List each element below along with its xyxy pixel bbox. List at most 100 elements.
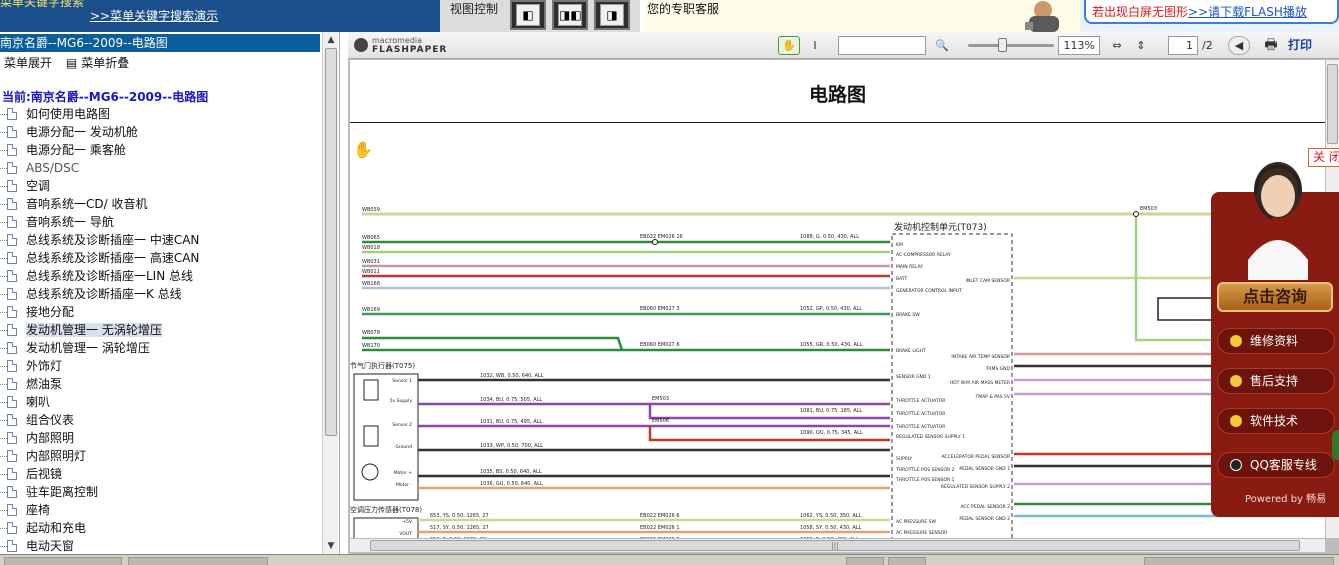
view-left-pane-button[interactable]: ◧ bbox=[510, 0, 546, 30]
menu-item[interactable]: 总线系统及诊断插座一LIN 总线 bbox=[0, 267, 320, 285]
tree-connector bbox=[0, 420, 7, 421]
wire-spec: 1058, SY, 0.50, 430, ALL bbox=[800, 525, 862, 531]
fit-width-icon[interactable]: ⇔ bbox=[1108, 36, 1126, 55]
menu-item[interactable]: 喇叭 bbox=[0, 393, 320, 411]
print-button[interactable]: 打印 bbox=[1288, 36, 1312, 55]
menu-item[interactable]: ABS/DSC bbox=[0, 159, 320, 177]
wire-spec: 1081, BU, 0.75, 185, ALL bbox=[800, 408, 862, 414]
qq-service-label: QQ客服专线 bbox=[1250, 458, 1317, 472]
document-icon bbox=[7, 234, 17, 246]
menu-item-label: 接地分配 bbox=[26, 305, 75, 319]
menu-item[interactable]: 燃油泵 bbox=[0, 375, 320, 393]
panel-toggle-tab[interactable] bbox=[1332, 430, 1339, 460]
menu-item[interactable]: 组合仪表 bbox=[0, 411, 320, 429]
page-vscroll-thumb[interactable] bbox=[1327, 64, 1338, 144]
flash-notice-box: 若出现白屏无图形>>请下载FLASH播放 bbox=[1084, 0, 1339, 24]
current-node[interactable]: 当前:南京名爵--MG6--2009--电路图 bbox=[2, 88, 208, 105]
search-demo-link[interactable]: >>菜单关键字搜索演示 bbox=[90, 7, 218, 24]
menu-item-label: 外饰灯 bbox=[26, 359, 63, 373]
zoom-slider-handle[interactable] bbox=[998, 38, 1007, 52]
menu-expand-button[interactable]: 菜单展开 bbox=[4, 56, 52, 70]
sensor-label: Motor + bbox=[394, 470, 412, 476]
menu-item[interactable]: 驻车距离控制 bbox=[0, 483, 320, 501]
tree-connector bbox=[0, 258, 7, 259]
wire-spec: 517, SY, 0.50, 1265, 27 bbox=[430, 525, 489, 531]
hand-tool-button[interactable]: ✋ bbox=[778, 36, 800, 55]
menu-item-label: 起动和充电 bbox=[26, 521, 87, 535]
document-icon bbox=[7, 360, 17, 372]
page-number-input[interactable]: 1 bbox=[1168, 36, 1198, 55]
banner-cut-text: 菜单关键字搜索 bbox=[0, 0, 85, 9]
menu-item[interactable]: 外饰灯 bbox=[0, 357, 320, 375]
menu-item[interactable]: 内部照明灯 bbox=[0, 447, 320, 465]
menu-item[interactable]: 总线系统及诊断插座一 中速CAN bbox=[0, 231, 320, 249]
qq-service-button[interactable]: QQ客服专线 bbox=[1217, 452, 1335, 478]
text-select-tool[interactable]: I bbox=[810, 36, 820, 55]
menu-item[interactable]: 总线系统及诊断插座一K 总线 bbox=[0, 285, 320, 303]
menu-item[interactable]: 后视镜 bbox=[0, 465, 320, 483]
zoom-level[interactable]: 113% bbox=[1058, 36, 1100, 55]
sensor-label: Ground bbox=[395, 444, 412, 450]
menu-item[interactable]: 座椅 bbox=[0, 501, 320, 519]
menu-item[interactable]: 发动机管理一 涡轮增压 bbox=[0, 339, 320, 357]
page-hscroll-thumb[interactable]: ||| bbox=[370, 540, 1300, 551]
view-right-pane-button[interactable]: ◨ bbox=[594, 0, 630, 30]
ecu-pin-label: SENSOR GND 1 bbox=[896, 374, 931, 380]
menu-item[interactable]: 电动天窗 bbox=[0, 537, 320, 555]
wire-spec: 1036, GU, 0.50, 640, ALL bbox=[480, 481, 543, 487]
menu-item[interactable]: 总线系统及诊断插座一 高速CAN bbox=[0, 249, 320, 267]
menu-item[interactable]: 音响系统一CD/ 收音机 bbox=[0, 195, 320, 213]
right-pin-label: PEDAL SENSOR GND 2 bbox=[959, 516, 1010, 522]
tree-connector bbox=[0, 528, 7, 529]
document-page[interactable]: 电路图 ✋ 发动机控制单元(T073) WB065 WB018 WB031 WB011 W… bbox=[350, 60, 1325, 538]
menu-item[interactable]: 起动和充电 bbox=[0, 519, 320, 537]
menu-item-label: 燃油泵 bbox=[26, 377, 63, 391]
right-pin-label: TMAP & PAS 5V bbox=[974, 394, 1010, 400]
sidebar-actions: 菜单展开 ▤ 菜单折叠 bbox=[4, 54, 139, 71]
document-icon bbox=[7, 198, 17, 210]
repair-data-button[interactable]: 维修资料 bbox=[1217, 328, 1335, 354]
document-search-input[interactable] bbox=[838, 36, 926, 55]
sensor-symbol bbox=[363, 425, 379, 447]
menu-item[interactable]: 电源分配一 乘客舱 bbox=[0, 141, 320, 159]
scroll-up-icon[interactable]: ▲ bbox=[325, 34, 337, 46]
right-pin-label: REGULATED SENSOR SUPPLY 2 bbox=[941, 484, 1010, 490]
document-icon bbox=[7, 414, 17, 426]
software-tech-label: 软件技术 bbox=[1250, 414, 1299, 428]
sidebar-scrollbar[interactable]: ▲ ▼ bbox=[322, 32, 338, 554]
wire-tag: WB018 bbox=[362, 245, 380, 251]
zoom-slider-track[interactable] bbox=[968, 44, 1054, 47]
menu-item[interactable]: 内部照明 bbox=[0, 429, 320, 447]
fit-page-icon[interactable]: ⇕ bbox=[1132, 36, 1150, 55]
flashpaper-viewer: macromedia FLASHPAPER ✋ I 🔍 113% ⇔ ⇕ 1 /… bbox=[348, 32, 1339, 554]
sidebar-scroll-thumb[interactable] bbox=[325, 48, 337, 436]
worker-illustration bbox=[1005, 0, 1080, 32]
menu-item[interactable]: 接地分配 bbox=[0, 303, 320, 321]
menu-item[interactable]: 电源分配一 发动机舱 bbox=[0, 123, 320, 141]
scroll-down-icon[interactable]: ▼ bbox=[325, 540, 337, 552]
throttle-box-title: 节气门执行器(T075) bbox=[350, 361, 415, 370]
menu-item[interactable]: 发动机管理一 无涡轮增压 bbox=[0, 321, 320, 339]
search-icon[interactable]: 🔍 bbox=[934, 36, 950, 55]
flash-download-link[interactable]: >>请下载FLASH播放 bbox=[1188, 5, 1307, 19]
menu-item-label: 组合仪表 bbox=[26, 413, 75, 427]
page-horizontal-scrollbar[interactable]: ||| bbox=[350, 538, 1325, 552]
splice-label: EM506 bbox=[652, 418, 669, 424]
menu-item-label: 内部照明灯 bbox=[26, 449, 87, 463]
software-tech-button[interactable]: 软件技术 bbox=[1217, 408, 1335, 434]
menu-item[interactable]: 空调 bbox=[0, 177, 320, 195]
splice-label: EB060 EM027 6 bbox=[640, 342, 680, 348]
consult-button[interactable]: 点击咨询 bbox=[1217, 282, 1333, 312]
ecu-pin-label: GENERATOR CONTROL INPUT bbox=[896, 288, 962, 294]
menu-item[interactable]: 如何使用电路图 bbox=[0, 105, 320, 123]
view-split-button[interactable]: ◨◧ bbox=[552, 0, 588, 30]
menu-item[interactable]: 音响系统一 导航 bbox=[0, 213, 320, 231]
view-control: 视图控制 ◧ ◨◧ ◨ bbox=[440, 0, 640, 32]
tree-connector bbox=[0, 438, 7, 439]
document-icon bbox=[7, 126, 17, 138]
after-sales-button[interactable]: 售后支持 bbox=[1217, 368, 1335, 394]
right-pin-label: HOT W.M AIR MASS METER bbox=[950, 380, 1010, 386]
prev-page-button[interactable]: ◀ bbox=[1228, 36, 1250, 55]
printer-icon[interactable]: 🖶 bbox=[1262, 36, 1280, 55]
menu-collapse-button[interactable]: 菜单折叠 bbox=[81, 56, 129, 70]
